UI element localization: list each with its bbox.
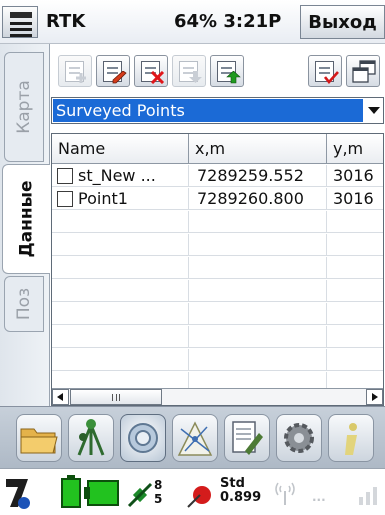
point-set-dropdown[interactable]: Surveyed Points xyxy=(51,97,384,124)
scroll-right-button[interactable] xyxy=(366,389,383,405)
points-toolbar xyxy=(50,50,385,92)
edit-point-button[interactable] xyxy=(96,55,130,87)
settings-icon xyxy=(284,423,314,453)
scroll-left-button[interactable] xyxy=(52,389,69,405)
info-button[interactable] xyxy=(328,414,374,462)
menu-line xyxy=(10,22,32,25)
cell-name-text: Point1 xyxy=(78,189,128,208)
survey-button[interactable] xyxy=(68,414,114,462)
cell-name-text: st_New ... xyxy=(78,166,156,185)
stakeout-icon xyxy=(232,421,263,455)
column-header-y[interactable]: y,m xyxy=(327,134,383,164)
import-button[interactable] xyxy=(172,55,206,87)
empty-row xyxy=(52,234,383,256)
select-all-button[interactable] xyxy=(308,55,342,87)
points-table: Name x,m y,m st_New ... 7289259.552 3016… xyxy=(51,133,384,406)
checkmark-icon xyxy=(324,71,339,84)
cell-x: 7289260.800 xyxy=(189,188,327,210)
solution-type: Std xyxy=(220,476,245,491)
horizontal-scrollbar[interactable] xyxy=(52,388,383,405)
stakeout-button[interactable] xyxy=(224,414,270,462)
windows-flag-icon xyxy=(10,12,32,18)
tab-pos-label: Поз xyxy=(13,287,34,321)
row-checkbox[interactable] xyxy=(57,168,73,184)
tab-map[interactable]: Карта xyxy=(4,52,44,162)
export-button[interactable] xyxy=(210,55,244,87)
solution-precision: 0.899 xyxy=(220,490,262,505)
new-point-button[interactable] xyxy=(58,55,92,87)
empty-row xyxy=(52,211,383,233)
menu-line xyxy=(10,28,32,31)
cell-x: 7289259.552 xyxy=(189,165,327,187)
fix-status-icon xyxy=(187,486,211,508)
satellite-icon xyxy=(127,482,153,508)
cell-name: Point1 xyxy=(52,188,189,210)
pencil-icon xyxy=(112,71,127,84)
settings-button[interactable] xyxy=(276,414,322,462)
empty-row xyxy=(52,257,383,279)
exit-button[interactable]: Выход xyxy=(300,5,385,39)
menu-line xyxy=(10,34,32,37)
delete-point-button[interactable] xyxy=(134,55,168,87)
copy-icon xyxy=(352,60,376,83)
empty-row xyxy=(52,280,383,302)
radio-status-dots: ... xyxy=(312,490,326,504)
tab-pos[interactable]: Поз xyxy=(4,276,44,332)
title-bar: RTK 64% 3:21P Выход xyxy=(0,0,385,44)
column-header-name[interactable]: Name xyxy=(52,134,189,164)
scroll-thumb[interactable] xyxy=(70,389,162,405)
copy-button[interactable] xyxy=(346,55,380,87)
target-button[interactable] xyxy=(120,414,166,462)
table-row[interactable]: Point1 7289260.800 3016 xyxy=(52,188,383,210)
row-checkbox[interactable] xyxy=(57,191,73,207)
status-bar: 8 5 Std 0.899 ... xyxy=(0,468,385,515)
table-row[interactable]: st_New ... 7289259.552 3016 xyxy=(52,165,383,187)
down-arrow-icon xyxy=(189,71,202,83)
cogo-icon xyxy=(177,421,213,456)
battery-clock-status: 64% 3:21P xyxy=(174,11,282,32)
battery-icon xyxy=(61,475,119,508)
point-set-selected: Surveyed Points xyxy=(53,99,363,122)
scroll-grip-icon xyxy=(112,394,120,401)
radio-icon xyxy=(275,482,295,505)
satellites-used: 8 xyxy=(154,478,163,492)
chevron-down-icon[interactable] xyxy=(368,107,380,114)
cell-name: st_New ... xyxy=(52,165,189,187)
folder-icon xyxy=(20,428,58,454)
surveyor-icon xyxy=(77,419,105,456)
target-icon xyxy=(128,423,158,453)
empty-row xyxy=(52,326,383,348)
cell-y: 3016 xyxy=(327,165,383,187)
empty-row xyxy=(52,349,383,371)
empty-row xyxy=(52,303,383,325)
side-tab-strip: Карта Данные Поз xyxy=(0,44,50,406)
cell-y: 3016 xyxy=(327,188,383,210)
cogo-button[interactable] xyxy=(172,414,218,462)
info-icon xyxy=(345,423,357,455)
tab-data-label: Данные xyxy=(16,180,37,258)
plus-badge-icon xyxy=(76,73,86,83)
up-arrow-icon xyxy=(226,71,241,84)
files-button[interactable] xyxy=(16,414,62,462)
signal-bars-icon xyxy=(359,487,377,505)
table-header: Name x,m y,m xyxy=(52,134,383,164)
column-header-x[interactable]: x,m xyxy=(189,134,327,164)
receiver-icon xyxy=(6,479,30,509)
satellites-tracked: 5 xyxy=(154,492,163,506)
bottom-nav-bar xyxy=(0,406,385,468)
tab-data[interactable]: Данные xyxy=(2,164,50,274)
tab-map-label: Карта xyxy=(14,80,35,134)
start-menu-button[interactable] xyxy=(2,6,38,38)
app-title: RTK xyxy=(46,11,86,32)
red-x-icon xyxy=(150,71,165,84)
